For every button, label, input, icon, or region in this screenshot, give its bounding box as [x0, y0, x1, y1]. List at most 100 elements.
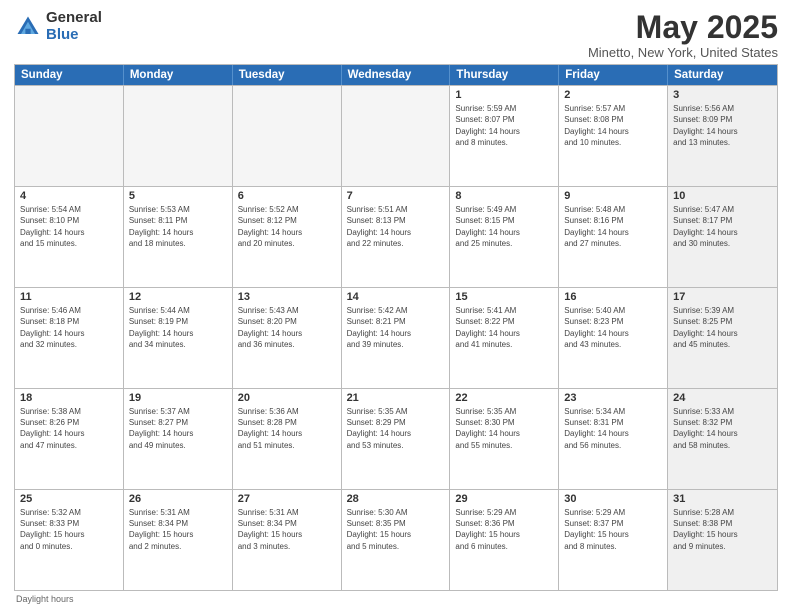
day-number: 22: [455, 392, 553, 404]
calendar-cell: 26 Sunrise: 5:31 AM Sunset: 8:34 PM Dayli…: [124, 490, 233, 590]
day-number: 14: [347, 291, 445, 303]
calendar-header-cell: Wednesday: [342, 65, 451, 85]
day-info: Sunrise: 5:56 AM Sunset: 8:09 PM Dayligh…: [673, 103, 772, 148]
day-number: 5: [129, 190, 227, 202]
day-number: 28: [347, 493, 445, 505]
day-number: 19: [129, 392, 227, 404]
calendar-cell: 19 Sunrise: 5:37 AM Sunset: 8:27 PM Dayli…: [124, 389, 233, 489]
calendar-cell: 16 Sunrise: 5:40 AM Sunset: 8:23 PM Dayli…: [559, 288, 668, 388]
logo-blue-text: Blue: [46, 27, 102, 44]
day-info: Sunrise: 5:28 AM Sunset: 8:38 PM Dayligh…: [673, 507, 772, 552]
calendar-row: 11Sunrise: 5:46 AM Sunset: 8:18 PM Dayli…: [15, 287, 777, 388]
calendar-cell: 13Sunrise: 5:43 AM Sunset: 8:20 PM Dayli…: [233, 288, 342, 388]
footer-note: Daylight hours: [14, 594, 778, 604]
day-number: 27: [238, 493, 336, 505]
day-number: 17: [673, 291, 772, 303]
day-info: Sunrise: 5:49 AM Sunset: 8:15 PM Dayligh…: [455, 204, 553, 249]
calendar-cell: 4 Sunrise: 5:54 AM Sunset: 8:10 PM Daylig…: [15, 187, 124, 287]
day-number: 24: [673, 392, 772, 404]
logo-text: General Blue: [46, 10, 102, 43]
calendar-row: 1 Sunrise: 5:59 AM Sunset: 8:07 PM Daylig…: [15, 85, 777, 186]
day-info: Sunrise: 5:31 AM Sunset: 8:34 PM Dayligh…: [238, 507, 336, 552]
day-number: 1: [455, 89, 553, 101]
day-number: 10: [673, 190, 772, 202]
day-info: Sunrise: 5:48 AM Sunset: 8:16 PM Dayligh…: [564, 204, 662, 249]
day-info: Sunrise: 5:35 AM Sunset: 8:29 PM Dayligh…: [347, 406, 445, 451]
calendar-cell: 29Sunrise: 5:29 AM Sunset: 8:36 PM Dayli…: [450, 490, 559, 590]
title-block: May 2025 Minetto, New York, United State…: [588, 10, 778, 60]
day-info: Sunrise: 5:51 AM Sunset: 8:13 PM Dayligh…: [347, 204, 445, 249]
day-number: 15: [455, 291, 553, 303]
calendar-cell: 9 Sunrise: 5:48 AM Sunset: 8:16 PM Daylig…: [559, 187, 668, 287]
day-number: 4: [20, 190, 118, 202]
header: General Blue May 2025 Minetto, New York,…: [14, 10, 778, 60]
calendar-cell: [15, 86, 124, 186]
day-info: Sunrise: 5:33 AM Sunset: 8:32 PM Dayligh…: [673, 406, 772, 451]
day-info: Sunrise: 5:44 AM Sunset: 8:19 PM Dayligh…: [129, 305, 227, 350]
day-info: Sunrise: 5:34 AM Sunset: 8:31 PM Dayligh…: [564, 406, 662, 451]
calendar-header-cell: Friday: [559, 65, 668, 85]
day-info: Sunrise: 5:47 AM Sunset: 8:17 PM Dayligh…: [673, 204, 772, 249]
calendar-cell: 23 Sunrise: 5:34 AM Sunset: 8:31 PM Dayli…: [559, 389, 668, 489]
subtitle: Minetto, New York, United States: [588, 45, 778, 60]
calendar-cell: 24 Sunrise: 5:33 AM Sunset: 8:32 PM Dayli…: [668, 389, 777, 489]
day-info: Sunrise: 5:31 AM Sunset: 8:34 PM Dayligh…: [129, 507, 227, 552]
calendar: SundayMondayTuesdayWednesdayThursdayFrid…: [14, 64, 778, 591]
day-number: 21: [347, 392, 445, 404]
day-info: Sunrise: 5:41 AM Sunset: 8:22 PM Dayligh…: [455, 305, 553, 350]
calendar-cell: 1 Sunrise: 5:59 AM Sunset: 8:07 PM Daylig…: [450, 86, 559, 186]
day-number: 12: [129, 291, 227, 303]
day-number: 9: [564, 190, 662, 202]
calendar-cell: 28Sunrise: 5:30 AM Sunset: 8:35 PM Dayli…: [342, 490, 451, 590]
calendar-cell: 5Sunrise: 5:53 AM Sunset: 8:11 PM Daylig…: [124, 187, 233, 287]
day-number: 3: [673, 89, 772, 101]
day-number: 18: [20, 392, 118, 404]
calendar-cell: 17Sunrise: 5:39 AM Sunset: 8:25 PM Dayli…: [668, 288, 777, 388]
calendar-row: 4 Sunrise: 5:54 AM Sunset: 8:10 PM Daylig…: [15, 186, 777, 287]
calendar-header-cell: Tuesday: [233, 65, 342, 85]
day-number: 30: [564, 493, 662, 505]
calendar-cell: 18 Sunrise: 5:38 AM Sunset: 8:26 PM Dayli…: [15, 389, 124, 489]
calendar-row: 25Sunrise: 5:32 AM Sunset: 8:33 PM Dayli…: [15, 489, 777, 590]
day-number: 20: [238, 392, 336, 404]
main-title: May 2025: [588, 10, 778, 45]
day-number: 23: [564, 392, 662, 404]
calendar-cell: 6 Sunrise: 5:52 AM Sunset: 8:12 PM Daylig…: [233, 187, 342, 287]
day-info: Sunrise: 5:40 AM Sunset: 8:23 PM Dayligh…: [564, 305, 662, 350]
day-number: 29: [455, 493, 553, 505]
day-info: Sunrise: 5:37 AM Sunset: 8:27 PM Dayligh…: [129, 406, 227, 451]
calendar-cell: 27 Sunrise: 5:31 AM Sunset: 8:34 PM Dayli…: [233, 490, 342, 590]
day-number: 11: [20, 291, 118, 303]
calendar-cell: 31 Sunrise: 5:28 AM Sunset: 8:38 PM Dayli…: [668, 490, 777, 590]
day-number: 8: [455, 190, 553, 202]
calendar-cell: 20 Sunrise: 5:36 AM Sunset: 8:28 PM Dayli…: [233, 389, 342, 489]
calendar-row: 18 Sunrise: 5:38 AM Sunset: 8:26 PM Dayli…: [15, 388, 777, 489]
calendar-cell: 10 Sunrise: 5:47 AM Sunset: 8:17 PM Dayli…: [668, 187, 777, 287]
calendar-cell: 15 Sunrise: 5:41 AM Sunset: 8:22 PM Dayli…: [450, 288, 559, 388]
day-info: Sunrise: 5:52 AM Sunset: 8:12 PM Dayligh…: [238, 204, 336, 249]
day-number: 26: [129, 493, 227, 505]
day-number: 31: [673, 493, 772, 505]
day-info: Sunrise: 5:57 AM Sunset: 8:08 PM Dayligh…: [564, 103, 662, 148]
day-info: Sunrise: 5:43 AM Sunset: 8:20 PM Dayligh…: [238, 305, 336, 350]
day-number: 16: [564, 291, 662, 303]
day-number: 25: [20, 493, 118, 505]
day-info: Sunrise: 5:36 AM Sunset: 8:28 PM Dayligh…: [238, 406, 336, 451]
logo: General Blue: [14, 10, 102, 43]
calendar-header-cell: Saturday: [668, 65, 777, 85]
calendar-body: 1 Sunrise: 5:59 AM Sunset: 8:07 PM Daylig…: [15, 85, 777, 590]
day-number: 6: [238, 190, 336, 202]
calendar-cell: 8 Sunrise: 5:49 AM Sunset: 8:15 PM Daylig…: [450, 187, 559, 287]
day-info: Sunrise: 5:38 AM Sunset: 8:26 PM Dayligh…: [20, 406, 118, 451]
logo-icon: [14, 13, 42, 41]
calendar-cell: 25Sunrise: 5:32 AM Sunset: 8:33 PM Dayli…: [15, 490, 124, 590]
calendar-header-cell: Thursday: [450, 65, 559, 85]
calendar-header: SundayMondayTuesdayWednesdayThursdayFrid…: [15, 65, 777, 85]
calendar-cell: 22Sunrise: 5:35 AM Sunset: 8:30 PM Dayli…: [450, 389, 559, 489]
day-info: Sunrise: 5:59 AM Sunset: 8:07 PM Dayligh…: [455, 103, 553, 148]
logo-general-text: General: [46, 10, 102, 27]
calendar-header-cell: Monday: [124, 65, 233, 85]
calendar-cell: 3 Sunrise: 5:56 AM Sunset: 8:09 PM Daylig…: [668, 86, 777, 186]
day-info: Sunrise: 5:54 AM Sunset: 8:10 PM Dayligh…: [20, 204, 118, 249]
calendar-cell: 11Sunrise: 5:46 AM Sunset: 8:18 PM Dayli…: [15, 288, 124, 388]
